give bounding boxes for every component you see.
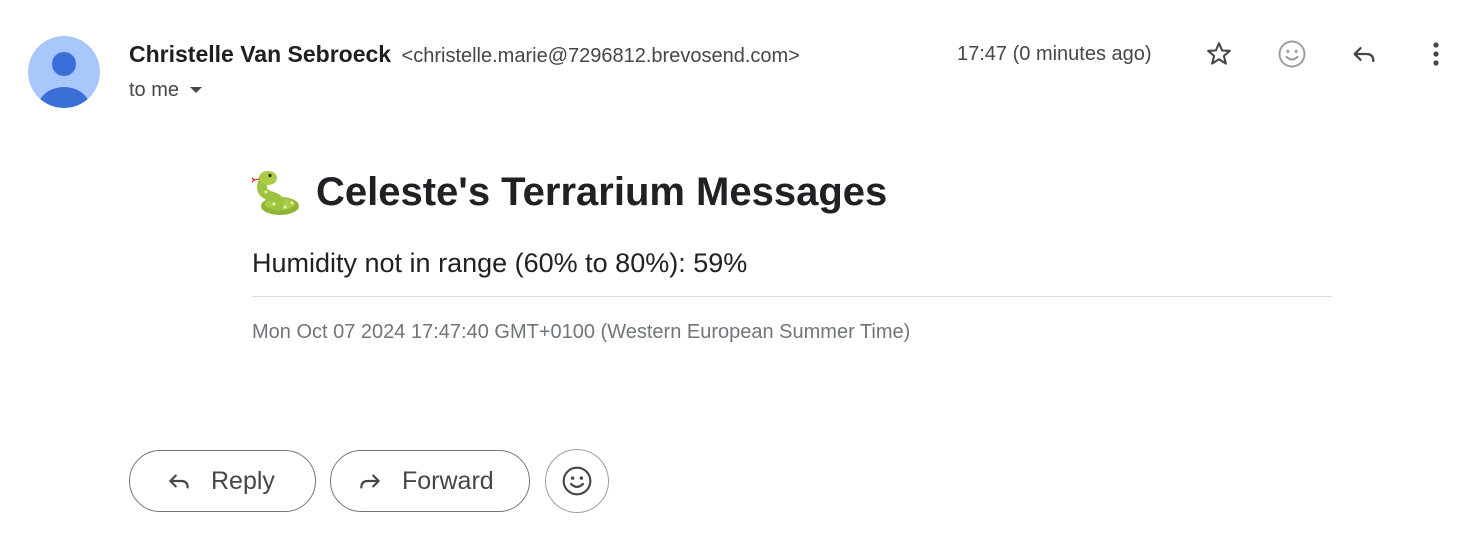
recipient-label: to me	[129, 79, 180, 101]
reply-icon[interactable]	[1344, 34, 1384, 74]
message-heading: Celeste's Terrarium Messages	[252, 164, 1332, 220]
more-vert-icon[interactable]	[1416, 34, 1456, 74]
reply-label: Reply	[211, 466, 275, 495]
emoji-reaction-button[interactable]	[545, 449, 609, 513]
forward-icon	[357, 468, 383, 494]
reply-icon	[166, 468, 192, 494]
message-title: Celeste's Terrarium Messages	[316, 169, 888, 214]
star-icon[interactable]	[1199, 34, 1239, 74]
sender-email: <christelle.marie@7296812.brevosend.com>	[401, 45, 800, 67]
emoji-react-icon	[561, 465, 593, 497]
reply-button[interactable]: Reply	[129, 450, 316, 512]
forward-button[interactable]: Forward	[330, 450, 530, 512]
recipient-details-toggle[interactable]: to me	[129, 76, 203, 104]
sender-name[interactable]: Christelle Van Sebroeck	[129, 41, 391, 67]
sender-avatar[interactable]	[28, 36, 100, 108]
message-timestamp: 17:47 (0 minutes ago)	[957, 43, 1152, 65]
divider	[252, 296, 1332, 297]
message-date: Mon Oct 07 2024 17:47:40 GMT+0100 (Weste…	[252, 321, 911, 343]
humidity-alert: Humidity not in range (60% to 80%): 59%	[252, 248, 748, 278]
snake-emoji-icon	[252, 166, 304, 218]
caret-down-icon[interactable]	[189, 85, 203, 95]
message-body: Celeste's Terrarium Messages Humidity no…	[252, 164, 1332, 345]
forward-label: Forward	[402, 466, 494, 495]
person-icon	[38, 52, 90, 108]
emoji-react-icon[interactable]	[1272, 34, 1312, 74]
sender-line: Christelle Van Sebroeck <christelle.mari…	[129, 38, 800, 70]
